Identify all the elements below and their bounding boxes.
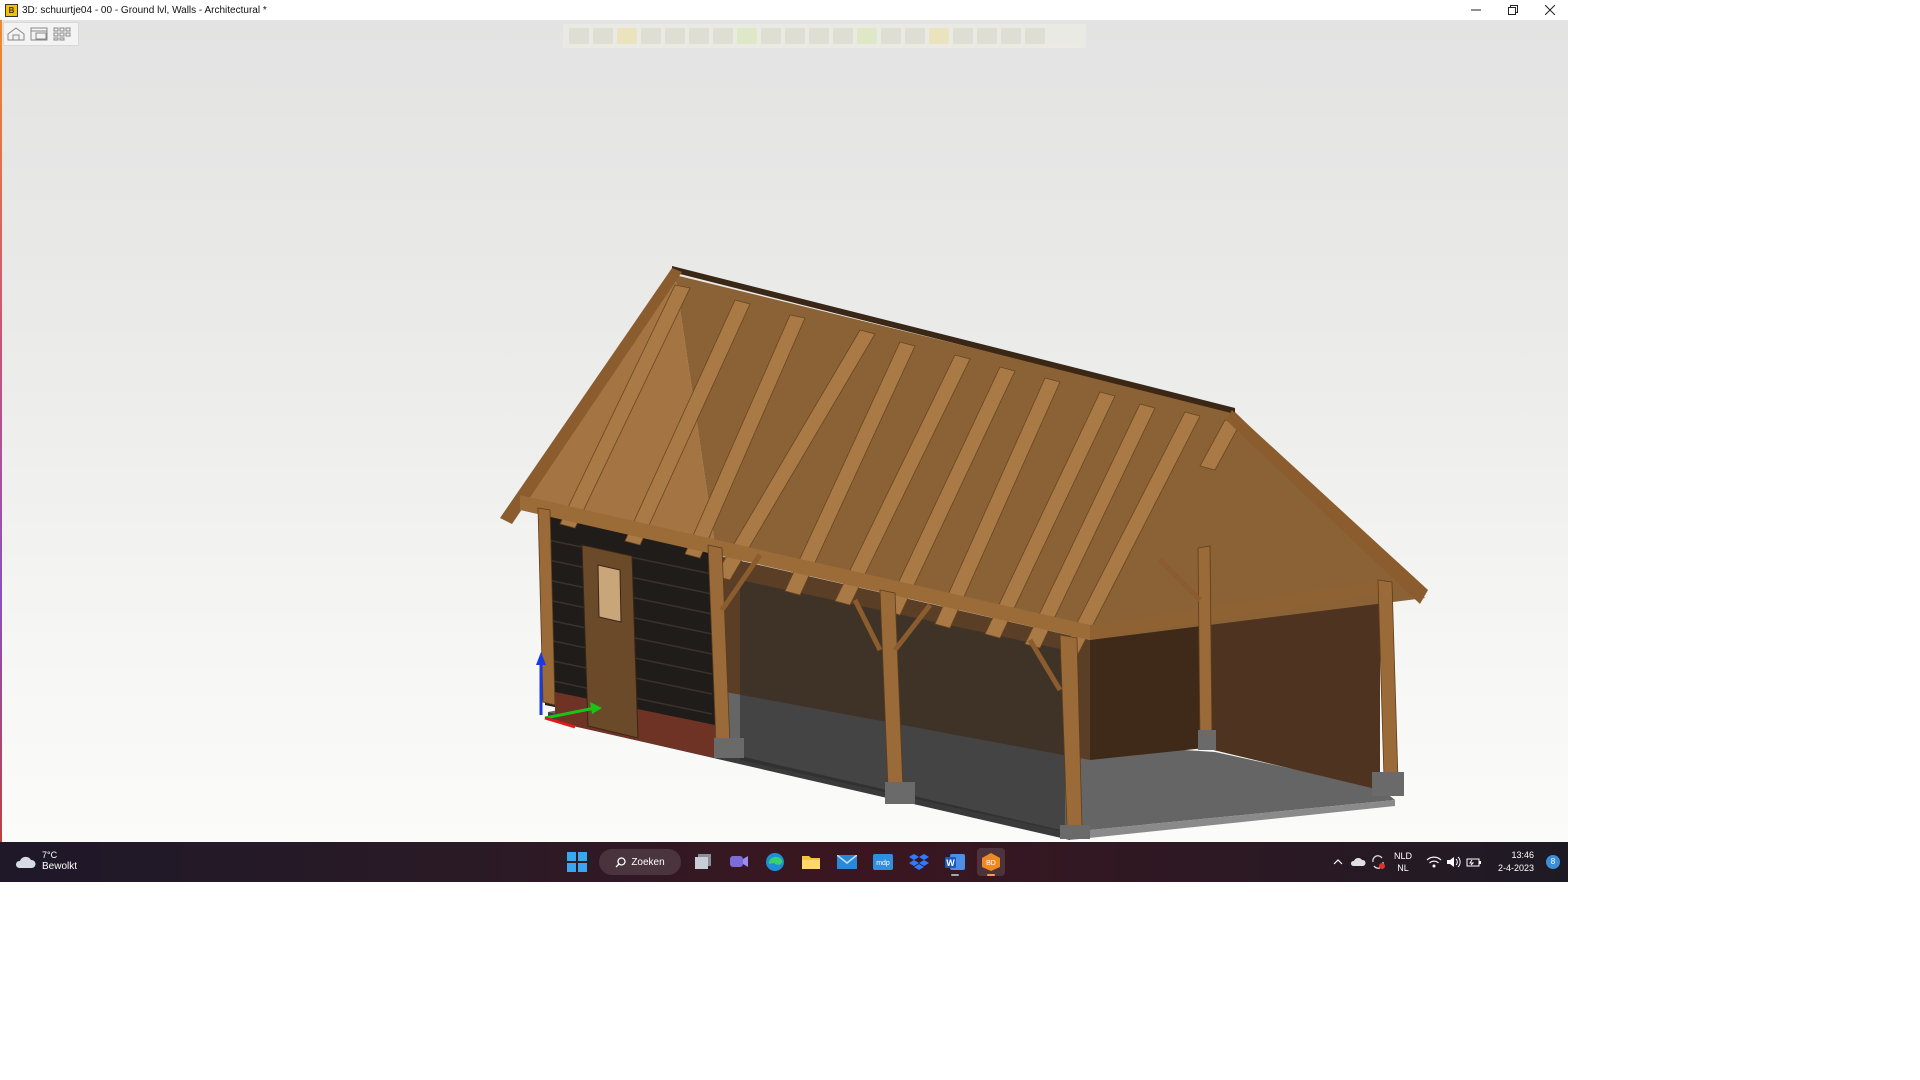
home-view-icon xyxy=(7,27,25,41)
task-view-icon xyxy=(695,854,711,869)
fullscreen-tool-icon[interactable] xyxy=(1025,28,1045,44)
rotate-tool-icon[interactable] xyxy=(665,28,685,44)
system-tray: NLD NL 13:46 2-4-2023 8 xyxy=(1328,842,1568,882)
teams-icon xyxy=(730,856,748,867)
node-tool-icon[interactable] xyxy=(641,28,661,44)
start-button[interactable] xyxy=(563,848,591,876)
app-icon[interactable]: B xyxy=(5,3,18,17)
weather-condition: Bewolkt xyxy=(42,861,78,872)
post-back-right xyxy=(1377,579,1399,781)
svg-text:W: W xyxy=(946,858,955,868)
mdp-app-button[interactable]: mdp xyxy=(869,848,897,876)
svg-text:BD: BD xyxy=(986,860,996,867)
window-accent xyxy=(0,20,2,842)
floating-toolbar xyxy=(563,24,1086,48)
window-title: 3D: schuurtje04 - 00 - Ground lvl, Walls… xyxy=(22,4,267,16)
volume-button[interactable] xyxy=(1445,853,1463,871)
mail-icon xyxy=(837,855,857,869)
sync-button[interactable] xyxy=(1369,853,1387,871)
restore-icon xyxy=(1507,5,1518,15)
taskbar: 7°C Bewolkt Zoeken mdp W BD NLD NL 13:46… xyxy=(0,842,1568,882)
axis-tool-icon[interactable] xyxy=(977,28,997,44)
solid-tool-icon[interactable] xyxy=(857,28,877,44)
word-button[interactable]: W xyxy=(941,848,969,876)
clock-date: 2-4-2023 xyxy=(1497,863,1534,873)
battery-icon xyxy=(1466,858,1481,867)
language-bottom: NL xyxy=(1397,863,1409,873)
language-indicator[interactable]: NLD NL xyxy=(1394,850,1412,874)
clock-time: 13:46 xyxy=(1511,850,1534,860)
minimize-icon xyxy=(1470,9,1481,11)
close-button[interactable] xyxy=(1531,0,1568,20)
show-hidden-icons-button[interactable] xyxy=(1329,853,1347,871)
notification-badge[interactable]: 8 xyxy=(1546,855,1560,869)
start-icon xyxy=(567,852,587,872)
weather-temperature: 7°C xyxy=(42,850,58,860)
taskbar-search[interactable]: Zoeken xyxy=(599,849,681,875)
wifi-icon xyxy=(1426,856,1442,868)
delete-tool-icon[interactable] xyxy=(953,28,973,44)
3d-app-icon: BD xyxy=(982,853,1000,871)
minimize-button[interactable] xyxy=(1457,0,1494,20)
running-indicator xyxy=(951,874,959,876)
window-view-icon xyxy=(30,27,48,41)
active-indicator xyxy=(987,874,995,876)
weather-widget[interactable]: 7°C Bewolkt xyxy=(14,850,77,873)
word-icon: W xyxy=(945,854,965,870)
cloud-icon xyxy=(15,856,36,868)
frame-tool-icon[interactable] xyxy=(809,28,829,44)
mdp-app-icon: mdp xyxy=(873,854,893,870)
box-tool-icon[interactable] xyxy=(785,28,805,44)
search-icon xyxy=(615,856,626,867)
close-icon xyxy=(1544,5,1555,15)
3d-viewport[interactable] xyxy=(0,20,1568,842)
svg-text:mdp: mdp xyxy=(876,860,890,867)
edge-button[interactable] xyxy=(761,848,789,876)
folder-tool-icon[interactable] xyxy=(929,28,949,44)
3d-app-button[interactable]: BD xyxy=(977,848,1005,876)
window-controls xyxy=(1457,0,1568,20)
pin-tool-icon[interactable] xyxy=(569,28,589,44)
battery-button[interactable] xyxy=(1465,853,1483,871)
move-tool-icon[interactable] xyxy=(689,28,709,44)
view-toolbar xyxy=(3,22,79,46)
file-explorer-button[interactable] xyxy=(797,848,825,876)
tile-view-button[interactable] xyxy=(53,26,71,42)
onedrive-button[interactable] xyxy=(1349,853,1367,871)
wifi-button[interactable] xyxy=(1425,853,1443,871)
onedrive-cloud-icon xyxy=(1350,857,1366,866)
language-top: NLD xyxy=(1393,851,1412,861)
search-label: Zoeken xyxy=(631,856,665,868)
layer-tool-icon[interactable] xyxy=(737,28,757,44)
restore-button[interactable] xyxy=(1494,0,1531,20)
export-tool-icon[interactable] xyxy=(905,28,925,44)
measure-tool-icon[interactable] xyxy=(617,28,637,44)
split-tool-icon[interactable] xyxy=(1001,28,1021,44)
volume-icon xyxy=(1446,856,1461,868)
post-inner xyxy=(1197,545,1213,743)
sync-icon xyxy=(1372,855,1385,869)
file-explorer-icon xyxy=(802,856,820,869)
taskbar-apps: Zoeken mdp W BD xyxy=(563,842,1005,882)
home-view-button[interactable] xyxy=(7,26,25,42)
edge-icon xyxy=(766,853,784,871)
dropbox-icon xyxy=(909,854,929,870)
clock[interactable]: 13:46 2-4-2023 xyxy=(1498,849,1534,875)
tile-view-icon xyxy=(53,27,71,41)
sheet-tool-icon[interactable] xyxy=(881,28,901,44)
crop-tool-icon[interactable] xyxy=(593,28,613,44)
window-view-button[interactable] xyxy=(30,26,48,42)
mail-button[interactable] xyxy=(833,848,861,876)
teams-button[interactable] xyxy=(725,848,753,876)
task-view-button[interactable] xyxy=(689,848,717,876)
shed-3d-model[interactable] xyxy=(0,20,1568,842)
cube-tool-icon[interactable] xyxy=(833,28,853,44)
dropbox-button[interactable] xyxy=(905,848,933,876)
chevron-up-icon xyxy=(1333,859,1343,865)
section-tool-icon[interactable] xyxy=(761,28,781,44)
title-bar: B 3D: schuurtje04 - 00 - Ground lvl, Wal… xyxy=(0,0,1568,21)
filter-tool-icon[interactable] xyxy=(713,28,733,44)
